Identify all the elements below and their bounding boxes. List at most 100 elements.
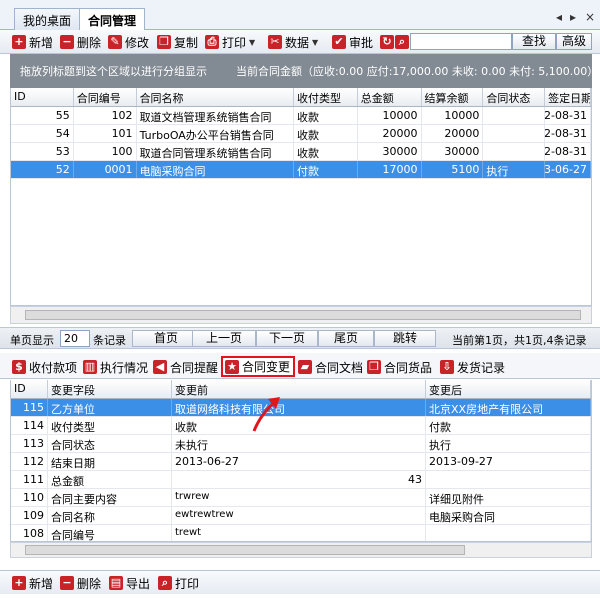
export-button[interactable]: ▤ 导出 — [109, 574, 150, 592]
page-size-label: 单页显示 — [10, 334, 54, 347]
delete-button[interactable]: − 删除 — [60, 33, 101, 51]
pencil-icon: ✎ — [108, 35, 122, 49]
copy-button[interactable]: ❐ 复制 — [157, 33, 198, 51]
tab-shipments[interactable]: ⇩ 发货记录 — [440, 358, 505, 376]
tab-contract-management[interactable]: 合同管理 — [79, 8, 146, 31]
column-header[interactable]: 总金额 — [358, 88, 422, 106]
cell-balance: 30000 — [422, 143, 484, 160]
cell-field: 结束日期 — [48, 453, 172, 470]
cell-id: 55 — [11, 107, 74, 124]
records-label: 条记录 — [93, 334, 126, 347]
tools-icon: ✂ — [268, 35, 282, 49]
print-changes-button[interactable]: ⌕ 打印 — [158, 574, 199, 592]
table-row[interactable]: 112 结束日期 2013-06-27 2013-09-27 — [11, 453, 591, 471]
print-icon: ⌕ — [158, 576, 172, 590]
column-header[interactable]: 签定日期 — [545, 88, 591, 106]
print-icon: ⎙ — [205, 35, 219, 49]
changes-horizontal-scrollbar[interactable] — [10, 542, 592, 558]
advanced-button[interactable]: 高级 — [556, 33, 592, 50]
column-header[interactable]: 结算余额 — [422, 88, 484, 106]
column-header[interactable]: 合同状态 — [483, 88, 546, 106]
cell-after: 电脑采购合同 — [426, 507, 591, 524]
tab-close-icon[interactable]: × — [585, 10, 595, 24]
add-change-button[interactable]: + 新增 — [12, 574, 53, 592]
column-header[interactable]: ID — [11, 380, 48, 398]
column-header[interactable]: 变更后 — [426, 380, 591, 398]
table-row[interactable]: 54 101 TurboOA办公平台销售合同 收款 20000 20000 20… — [11, 125, 591, 143]
cell-id: 111 — [11, 471, 48, 488]
tab-goods[interactable]: ❐ 合同货品 — [367, 358, 432, 376]
speaker-icon: ◀ — [153, 360, 167, 374]
cell-id: 112 — [11, 453, 48, 470]
table-row[interactable]: 53 100 取道合同管理系统销售合同 收款 30000 30000 2012-… — [11, 143, 591, 161]
delete-change-button[interactable]: − 删除 — [60, 574, 101, 592]
table-row[interactable]: 113 合同状态 未执行 执行 — [11, 435, 591, 453]
first-page-button[interactable]: 首页 — [132, 330, 200, 347]
table-row[interactable]: 110 合同主要内容 trwrew 详细见附件 — [11, 489, 591, 507]
table-row[interactable]: 111 总金额 43 — [11, 471, 591, 489]
tab-receipts[interactable]: $ 收付款项 — [12, 358, 77, 376]
annotation-arrow-icon — [252, 397, 280, 432]
jump-button[interactable]: 跳转 — [374, 330, 436, 347]
next-page-button[interactable]: 下一页 — [256, 330, 318, 347]
cell-field: 乙方单位 — [48, 399, 172, 416]
column-header[interactable]: ID — [11, 88, 74, 106]
data-button[interactable]: ✂ 数据 ▼ — [268, 33, 318, 51]
find-button[interactable]: 查找 — [512, 33, 556, 50]
table-row[interactable]: 109 合同名称 ewtrewtrew 电脑采购合同 — [11, 507, 591, 525]
column-header[interactable]: 合同编号 — [74, 88, 137, 106]
tab-reminder[interactable]: ◀ 合同提醒 — [153, 358, 218, 376]
approve-button[interactable]: ✔ 审批 — [332, 33, 373, 51]
cell-status — [483, 125, 546, 142]
edit-button[interactable]: ✎ 修改 — [108, 33, 149, 51]
table-row[interactable]: 108 合同编号 trewt — [11, 525, 591, 541]
cell-date: 2012-08-31 — [545, 125, 591, 142]
table-row-selected[interactable]: 115 乙方单位 取道网络科技有限公司 北京XX房地产有限公司 — [11, 399, 591, 417]
star-icon: ★ — [225, 359, 239, 374]
cell-payment-type: 收款 — [294, 125, 358, 142]
add-button[interactable]: + 新增 — [12, 33, 53, 51]
column-header[interactable]: 变更字段 — [48, 380, 172, 398]
table-row[interactable]: 114 收付类型 收款 付款 — [11, 417, 591, 435]
table-row[interactable]: 55 102 取道文档管理系统销售合同 收款 10000 10000 2012-… — [11, 107, 591, 125]
cell-id: 110 — [11, 489, 48, 506]
pager: 单页显示 20 条记录 首页 上一页 下一页 尾页 跳转 当前第1页，共1页,4… — [0, 327, 600, 349]
column-header[interactable]: 合同名称 — [137, 88, 294, 106]
prev-page-button[interactable]: 上一页 — [192, 330, 256, 347]
cell-date: 2012-08-31 — [545, 107, 591, 124]
cell-balance: 5100 — [422, 161, 484, 178]
contracts-horizontal-scrollbar[interactable] — [10, 306, 592, 324]
cell-id: 52 — [11, 161, 74, 178]
cell-before: 2013-06-27 — [172, 453, 426, 470]
page-info: 当前第1页，共1页,4条记录 — [452, 334, 587, 347]
cell-payment-type: 付款 — [294, 161, 358, 178]
contracts-grid: ID 合同编号 合同名称 收付类型 总金额 结算余额 合同状态 签定日期 55 … — [10, 88, 592, 306]
cell-after: 详细见附件 — [426, 489, 591, 506]
column-header[interactable]: 变更前 — [172, 380, 426, 398]
page-size-input[interactable]: 20 — [60, 330, 90, 347]
print-button[interactable]: ⎙ 打印 ▼ — [205, 33, 255, 51]
cell-contract-no: 100 — [74, 143, 137, 160]
group-by-panel[interactable]: 拖放列标题到这个区域以进行分组显示 当前合同金额（应收:0.00 应付:17,0… — [10, 54, 598, 88]
tab-strip: 我的桌面 合同管理 ◂ ▸ × — [0, 0, 600, 31]
search-input[interactable] — [410, 33, 512, 50]
scrollbar-thumb[interactable] — [25, 545, 465, 555]
column-header[interactable]: 收付类型 — [294, 88, 358, 106]
last-page-button[interactable]: 尾页 — [318, 330, 374, 347]
cell-id: 53 — [11, 143, 74, 160]
box-icon: ❐ — [367, 360, 381, 374]
table-row-selected[interactable]: 52 0001 电脑采购合同 付款 17000 5100 执行 2013-06-… — [11, 161, 591, 179]
cell-before: 取道网络科技有限公司 — [172, 399, 426, 416]
tab-my-desktop[interactable]: 我的桌面 — [14, 8, 81, 30]
tab-documents[interactable]: ▰ 合同文档 — [298, 358, 363, 376]
copy-icon: ❐ — [157, 35, 171, 49]
scrollbar-thumb[interactable] — [25, 310, 581, 320]
chevron-down-icon: ▼ — [249, 37, 256, 47]
tab-prev-icon[interactable]: ◂ — [556, 10, 562, 24]
cell-contract-name: TurboOA办公平台销售合同 — [137, 125, 294, 142]
tab-next-icon[interactable]: ▸ — [570, 10, 576, 24]
tab-contract-changes[interactable]: ★ 合同变更 — [221, 356, 296, 377]
tab-execution[interactable]: ▥ 执行情况 — [83, 358, 148, 376]
cell-after — [426, 471, 591, 488]
amount-summary: 当前合同金额（应收:0.00 应付:17,000.00 未收: 0.00 未付:… — [236, 65, 599, 78]
